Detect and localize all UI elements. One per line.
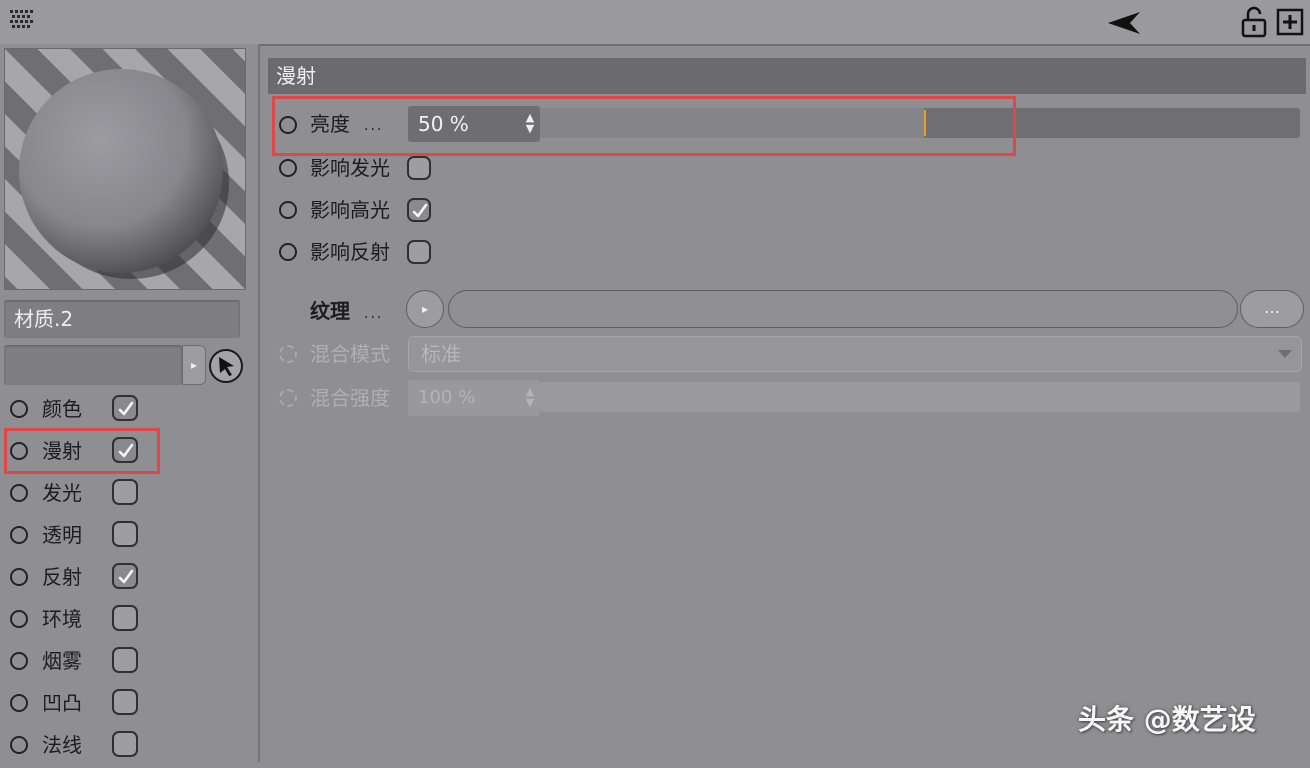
lock-icon[interactable] — [1240, 6, 1268, 38]
channel-radio[interactable] — [10, 484, 28, 502]
channel-row[interactable]: 凹凸 — [0, 684, 250, 726]
back-arrow-icon[interactable] — [1106, 10, 1142, 36]
blend-strength-slider[interactable] — [540, 382, 1300, 412]
affect-label: 影响发光 — [310, 156, 390, 180]
pick-icon[interactable] — [208, 348, 244, 384]
affect-anim-radio[interactable] — [279, 159, 297, 177]
channel-radio[interactable] — [10, 736, 28, 754]
channel-checkbox[interactable] — [112, 563, 138, 589]
blend-strength-anim-radio — [279, 389, 297, 407]
channel-radio[interactable] — [10, 526, 28, 544]
channel-radio[interactable] — [10, 400, 28, 418]
link-expand-button[interactable]: ▸ — [182, 345, 206, 385]
channel-row[interactable]: 颜色 — [0, 390, 250, 432]
checkmark-icon — [118, 569, 134, 584]
blend-strength-input[interactable]: 100 % — [408, 380, 540, 416]
section-title: 漫射 — [268, 58, 1306, 94]
blend-mode-label: 混合模式 — [310, 342, 390, 366]
channel-label: 法线 — [42, 733, 82, 757]
channel-checkbox[interactable] — [112, 731, 138, 757]
channel-checkbox[interactable] — [112, 479, 138, 505]
channel-checkbox[interactable] — [112, 647, 138, 673]
texture-more-button[interactable]: ... — [1240, 290, 1304, 328]
link-field[interactable] — [4, 345, 182, 385]
channel-row[interactable]: 发光 — [0, 474, 250, 516]
texture-field[interactable] — [448, 290, 1238, 328]
channel-checkbox[interactable] — [112, 521, 138, 547]
channel-label: 反射 — [42, 565, 82, 589]
channel-row[interactable]: 透明 — [0, 516, 250, 558]
channel-label: 凹凸 — [42, 691, 82, 715]
channel-checkbox[interactable] — [112, 605, 138, 631]
blend-mode-select[interactable]: 标准 — [408, 336, 1302, 372]
material-name-field[interactable]: 材质.2 — [4, 300, 240, 338]
channel-label: 环境 — [42, 607, 82, 631]
channel-checkbox[interactable] — [112, 395, 138, 421]
affect-label: 影响反射 — [310, 240, 390, 264]
channel-label: 发光 — [42, 481, 82, 505]
channel-row[interactable]: 烟雾 — [0, 642, 250, 684]
affect-label: 影响高光 — [310, 198, 390, 222]
brightness-highlight-box — [272, 96, 1016, 156]
affect-checkbox[interactable] — [407, 156, 431, 180]
plus-icon[interactable] — [1276, 8, 1304, 36]
watermark: 头条 @数艺设 — [1078, 703, 1256, 736]
channel-row[interactable]: 反射 — [0, 558, 250, 600]
checkmark-icon — [412, 203, 428, 218]
checkmark-icon — [118, 401, 134, 416]
spin-icon[interactable]: ▲ ▼ — [524, 386, 536, 410]
channel-label: 烟雾 — [42, 649, 82, 673]
material-preview[interactable] — [4, 48, 246, 290]
channel-radio[interactable] — [10, 652, 28, 670]
channel-highlight-box — [4, 428, 160, 474]
affect-anim-radio[interactable] — [279, 201, 297, 219]
channel-row[interactable]: 环境 — [0, 600, 250, 642]
blend-strength-label: 混合强度 — [310, 386, 390, 410]
affect-anim-radio[interactable] — [279, 243, 297, 261]
texture-expand-button[interactable]: ▸ — [406, 290, 444, 328]
channel-label: 颜色 — [42, 397, 82, 421]
channel-radio[interactable] — [10, 610, 28, 628]
channel-label: 透明 — [42, 523, 82, 547]
affect-checkbox[interactable] — [407, 198, 431, 222]
blend-mode-anim-radio — [279, 345, 297, 363]
channel-radio[interactable] — [10, 568, 28, 586]
channel-radio[interactable] — [10, 694, 28, 712]
dropdown-caret-icon[interactable] — [1278, 350, 1292, 358]
channel-checkbox[interactable] — [112, 689, 138, 715]
texture-dots: ... — [364, 306, 384, 322]
affect-checkbox[interactable] — [407, 240, 431, 264]
grip-icon[interactable] — [10, 10, 34, 30]
texture-label: 纹理 — [310, 299, 350, 323]
